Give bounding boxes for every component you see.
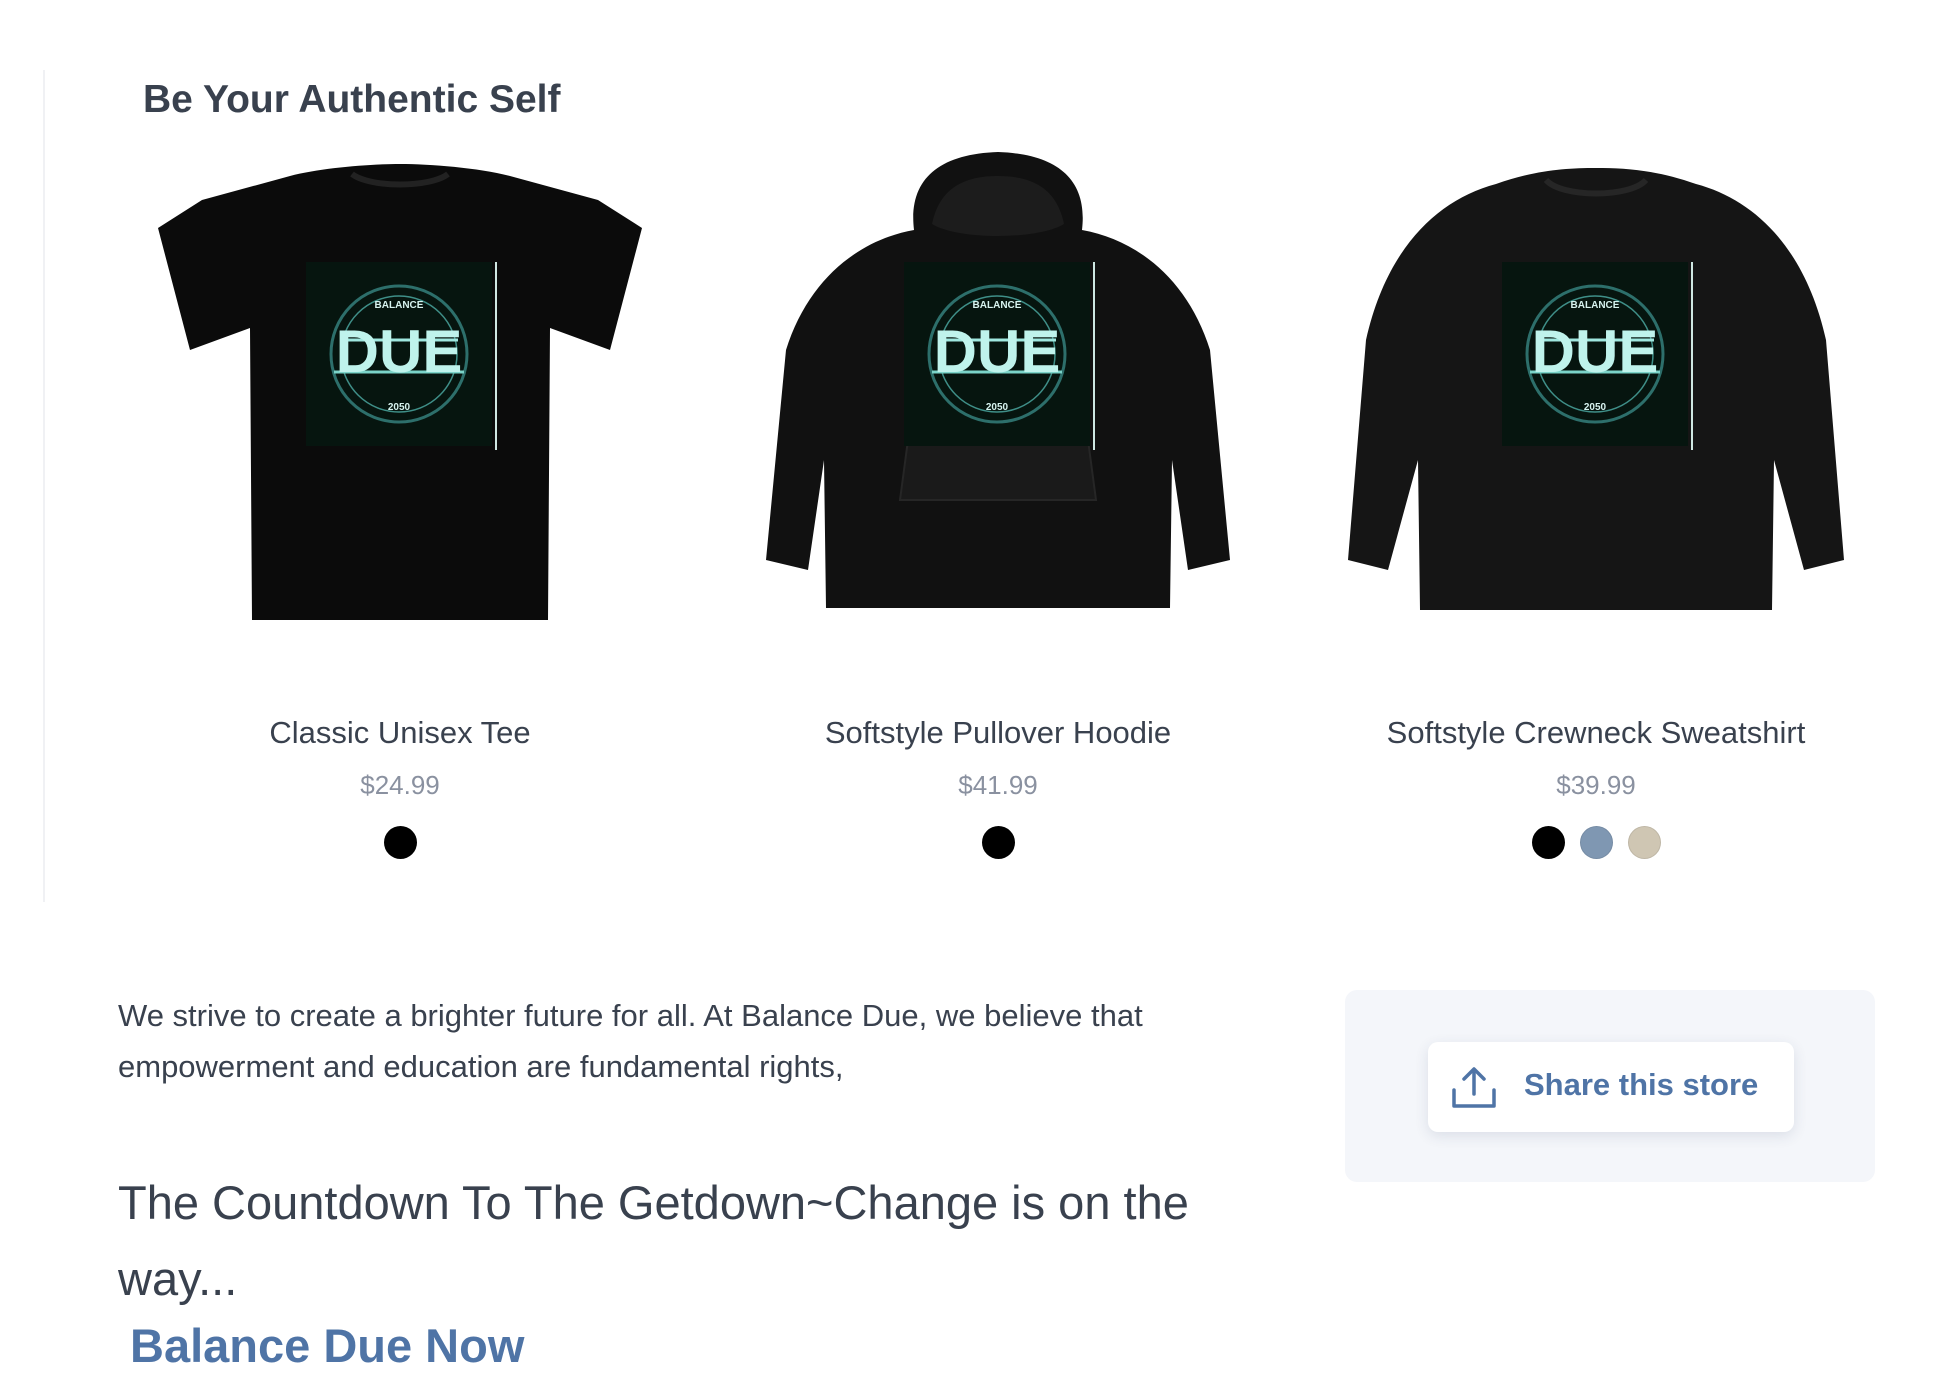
share-store-button[interactable]: Share this store	[1428, 1042, 1794, 1132]
color-swatch-black[interactable]	[1531, 826, 1565, 859]
share-store-label: Share this store	[1524, 1067, 1759, 1102]
product-name[interactable]: Softstyle Pullover Hoodie	[718, 715, 1278, 751]
svg-text:2050: 2050	[986, 402, 1009, 413]
color-swatch-blue[interactable]	[1579, 826, 1613, 859]
balance-due-now-link[interactable]: Balance Due Now	[130, 1318, 524, 1373]
store-page: Be Your Authentic Self DUE BALANCE 2050 …	[0, 0, 1938, 1394]
svg-text:DUE: DUE	[1532, 318, 1659, 385]
product-image[interactable]: DUE BALANCE 2050	[1316, 140, 1876, 640]
svg-text:BALANCE: BALANCE	[1571, 300, 1620, 311]
product-image[interactable]: DUE BALANCE 2050	[718, 140, 1278, 640]
product-name[interactable]: Softstyle Crewneck Sweatshirt	[1316, 715, 1876, 751]
product-card[interactable]: DUE BALANCE 2050 Softstyle Crewneck Swea…	[1316, 140, 1876, 880]
svg-text:DUE: DUE	[934, 318, 1061, 385]
product-grid: DUE BALANCE 2050 Classic Unisex Tee $24.…	[120, 140, 1918, 880]
product-price: $39.99	[1556, 770, 1636, 800]
color-swatches	[120, 826, 680, 859]
color-swatch-black[interactable]	[981, 826, 1015, 859]
color-swatches	[718, 826, 1278, 859]
color-swatches	[1316, 826, 1876, 859]
tshirt-icon: DUE BALANCE 2050	[158, 164, 642, 620]
svg-text:DUE: DUE	[336, 318, 463, 385]
product-name[interactable]: Classic Unisex Tee	[120, 715, 680, 751]
hoodie-icon: DUE BALANCE 2050	[766, 152, 1230, 608]
balance-due-logo: DUE BALANCE 2050	[1502, 262, 1693, 450]
svg-text:2050: 2050	[388, 402, 411, 413]
balance-due-logo: DUE BALANCE 2050	[306, 262, 497, 450]
divider-line	[43, 70, 45, 902]
balance-due-logo: DUE BALANCE 2050	[904, 262, 1095, 450]
color-swatch-sand[interactable]	[1627, 826, 1661, 859]
store-description: We strive to create a brighter future fo…	[118, 998, 1143, 1084]
share-panel: Share this store	[1345, 990, 1875, 1182]
product-price: $24.99	[360, 770, 440, 800]
product-card[interactable]: DUE BALANCE 2050 Softstyle Pullover Hood…	[718, 140, 1278, 880]
share-upload-icon	[1452, 1067, 1496, 1108]
color-swatch-black[interactable]	[383, 826, 417, 859]
product-price: $41.99	[958, 770, 1038, 800]
svg-text:2050: 2050	[1584, 402, 1607, 413]
svg-text:BALANCE: BALANCE	[375, 300, 424, 311]
product-image[interactable]: DUE BALANCE 2050	[120, 140, 680, 640]
section-title: Be Your Authentic Self	[143, 78, 561, 121]
countdown-text: The Countdown To The Getdown~Change is o…	[118, 1176, 1189, 1305]
svg-text:BALANCE: BALANCE	[973, 300, 1022, 311]
sweatshirt-icon: DUE BALANCE 2050	[1348, 168, 1844, 610]
product-card[interactable]: DUE BALANCE 2050 Classic Unisex Tee $24.…	[120, 140, 680, 880]
